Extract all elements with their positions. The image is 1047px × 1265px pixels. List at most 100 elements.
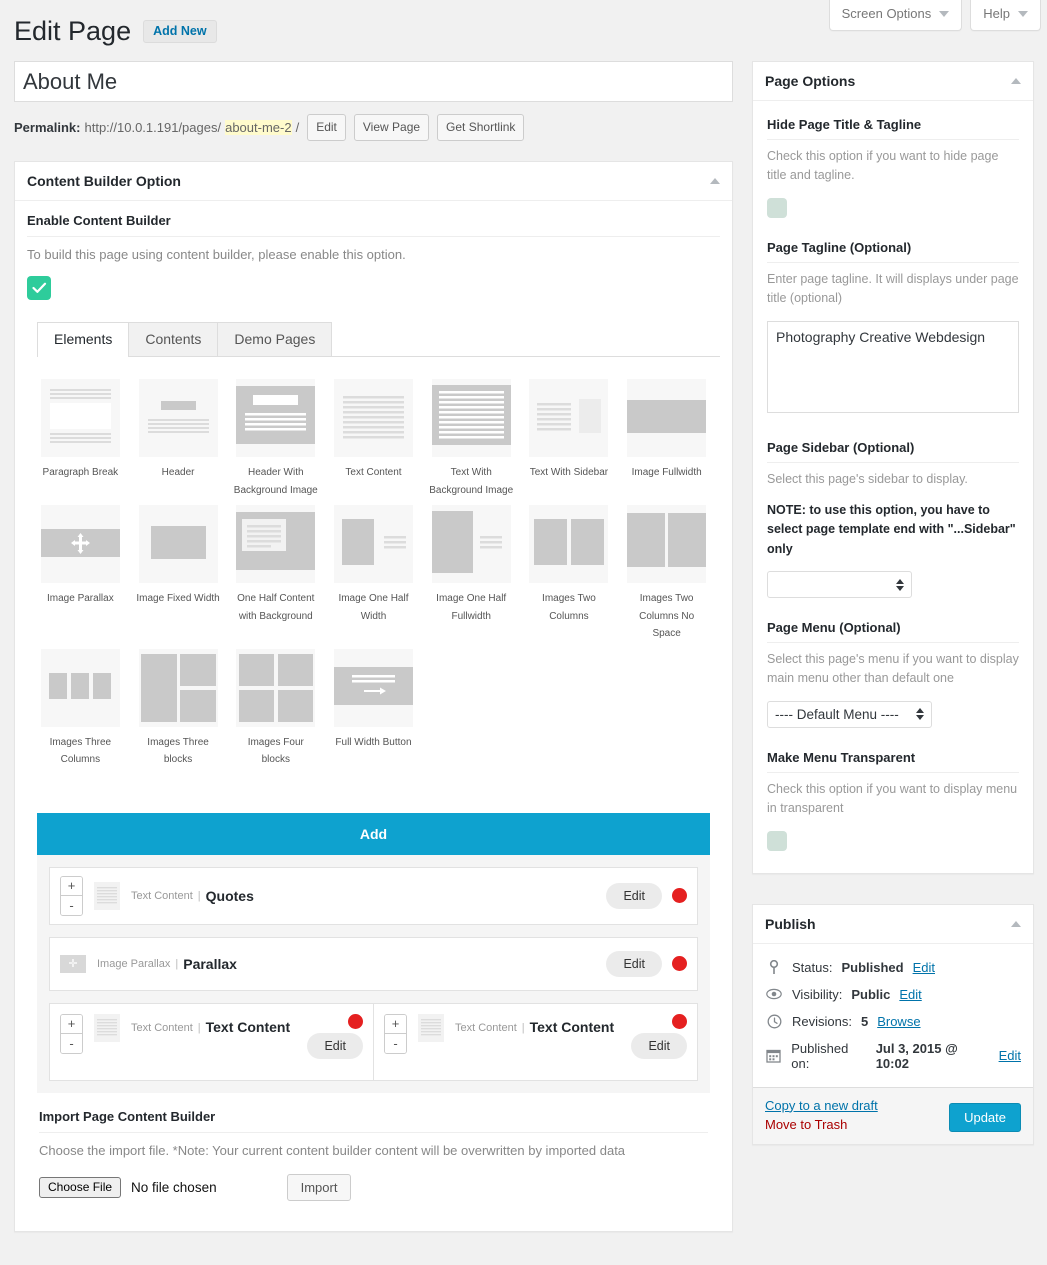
element-full-width-button[interactable]: Full Width Button bbox=[330, 649, 417, 769]
page-tagline-textarea[interactable] bbox=[767, 321, 1019, 413]
chevron-up-icon[interactable] bbox=[710, 178, 720, 184]
element-header-with-background-image[interactable]: Header With Background Image bbox=[232, 379, 319, 499]
element-label: Paragraph Break bbox=[43, 464, 119, 482]
calendar-icon bbox=[765, 1048, 782, 1063]
element-images-three-blocks[interactable]: Images Three blocks bbox=[135, 649, 222, 769]
row-delete-icon[interactable] bbox=[348, 1014, 363, 1029]
builder-half-right[interactable]: + - Text Content | bbox=[374, 1003, 698, 1081]
copy-to-new-draft-link[interactable]: Copy to a new draft bbox=[765, 1098, 878, 1113]
element-label: Images Four blocks bbox=[233, 734, 319, 769]
element-one-half-content-with-background[interactable]: One Half Content with Background bbox=[232, 505, 319, 643]
element-image-fullwidth[interactable]: Image Fullwidth bbox=[623, 379, 710, 499]
status-edit-link[interactable]: Edit bbox=[913, 960, 935, 975]
published-on-value: Jul 3, 2015 @ 10:02 bbox=[876, 1041, 990, 1071]
row-delete-icon[interactable] bbox=[672, 956, 687, 971]
element-text-content[interactable]: Text Content bbox=[330, 379, 417, 499]
row-expand-collapse-stepper[interactable]: + - bbox=[384, 1014, 407, 1054]
page-menu-select[interactable]: ---- Default Menu ---- bbox=[767, 701, 932, 728]
row-delete-icon[interactable] bbox=[672, 1014, 687, 1029]
revisions-value: 5 bbox=[861, 1014, 868, 1029]
chevron-down-icon bbox=[939, 11, 949, 17]
menu-transparent-label: Make Menu Transparent bbox=[767, 750, 1019, 773]
row-expand-collapse-stepper[interactable]: + - bbox=[60, 1014, 83, 1054]
element-image-one-half-width[interactable]: Image One Half Width bbox=[330, 505, 417, 643]
enable-builder-checkbox[interactable] bbox=[27, 276, 51, 300]
images-three-columns-icon bbox=[41, 649, 120, 727]
header-bg-image-icon bbox=[236, 379, 315, 457]
element-images-three-columns[interactable]: Images Three Columns bbox=[37, 649, 124, 769]
move-to-trash-link[interactable]: Move to Trash bbox=[765, 1117, 878, 1132]
image-fixed-width-icon bbox=[139, 505, 218, 583]
row-delete-icon[interactable] bbox=[672, 888, 687, 903]
row-expand-collapse-stepper[interactable]: + - bbox=[60, 876, 83, 916]
element-header[interactable]: Header bbox=[135, 379, 222, 499]
page-tagline-desc: Enter page tagline. It will displays und… bbox=[767, 270, 1019, 309]
publish-secondary-links: Copy to a new draft Move to Trash bbox=[765, 1098, 878, 1132]
builder-half-left[interactable]: + - Text Content | bbox=[49, 1003, 374, 1081]
published-on-edit-link[interactable]: Edit bbox=[999, 1048, 1021, 1063]
row-minus-button[interactable]: - bbox=[385, 1034, 406, 1053]
row-edit-button[interactable]: Edit bbox=[307, 1033, 363, 1059]
publish-header[interactable]: Publish bbox=[753, 905, 1033, 944]
element-paragraph-break[interactable]: Paragraph Break bbox=[37, 379, 124, 499]
row-plus-button[interactable]: + bbox=[61, 1015, 82, 1034]
hide-page-title-desc: Check this option if you want to hide pa… bbox=[767, 147, 1019, 186]
images-two-columns-icon bbox=[529, 505, 608, 583]
tab-elements[interactable]: Elements bbox=[37, 322, 129, 357]
element-image-one-half-fullwidth[interactable]: Image One Half Fullwidth bbox=[428, 505, 515, 643]
visibility-edit-link[interactable]: Edit bbox=[899, 987, 921, 1002]
add-new-button[interactable]: Add New bbox=[143, 20, 216, 43]
choose-file-button[interactable]: Choose File bbox=[39, 1177, 121, 1198]
element-image-fixed-width[interactable]: Image Fixed Width bbox=[135, 505, 222, 643]
tab-demo-pages[interactable]: Demo Pages bbox=[217, 322, 332, 356]
images-four-blocks-icon bbox=[236, 649, 315, 727]
row-edit-button[interactable]: Edit bbox=[606, 951, 662, 977]
row-name-label: Text Content bbox=[530, 1019, 615, 1035]
edit-permalink-button[interactable]: Edit bbox=[307, 114, 346, 141]
page-sidebar-select[interactable] bbox=[767, 571, 912, 598]
row-type-label: Text Content bbox=[455, 1022, 517, 1034]
element-images-two-columns-no-space[interactable]: Images Two Columns No Space bbox=[623, 505, 710, 643]
element-text-with-background-image[interactable]: Text With Background Image bbox=[428, 379, 515, 499]
row-minus-button[interactable]: - bbox=[61, 1034, 82, 1053]
revisions-browse-link[interactable]: Browse bbox=[877, 1014, 920, 1029]
builder-row-quotes[interactable]: + - Text Content | Quotes bbox=[49, 867, 698, 925]
row-actions: Edit bbox=[307, 1014, 363, 1059]
post-title-input[interactable] bbox=[14, 61, 733, 102]
row-edit-button[interactable]: Edit bbox=[631, 1033, 687, 1059]
add-element-button[interactable]: Add bbox=[37, 813, 710, 855]
chevron-up-icon[interactable] bbox=[1011, 921, 1021, 927]
element-images-four-blocks[interactable]: Images Four blocks bbox=[232, 649, 319, 769]
publish-visibility-row: Visibility: Public Edit bbox=[765, 987, 1021, 1002]
builder-row-parallax[interactable]: ✛ Image Parallax | Parallax Edit bbox=[49, 937, 698, 991]
content-builder-header[interactable]: Content Builder Option bbox=[15, 162, 732, 201]
chevron-up-icon[interactable] bbox=[1011, 78, 1021, 84]
hide-page-title-block: Hide Page Title & Tagline Check this opt… bbox=[767, 117, 1019, 218]
view-page-button[interactable]: View Page bbox=[354, 114, 429, 141]
element-label: Text Content bbox=[345, 464, 401, 482]
permalink-slug: about-me-2 bbox=[225, 120, 291, 135]
row-minus-button[interactable]: - bbox=[61, 896, 82, 915]
update-button[interactable]: Update bbox=[949, 1103, 1021, 1132]
import-button[interactable]: Import bbox=[287, 1174, 352, 1201]
element-images-two-columns[interactable]: Images Two Columns bbox=[526, 505, 613, 643]
screen-options-button[interactable]: Screen Options bbox=[829, 0, 963, 31]
row-edit-button[interactable]: Edit bbox=[606, 883, 662, 909]
help-button[interactable]: Help bbox=[970, 0, 1041, 31]
hide-page-title-checkbox[interactable] bbox=[767, 198, 787, 218]
pin-icon bbox=[765, 960, 783, 975]
element-label: Images Two Columns No Space bbox=[624, 590, 710, 643]
row-plus-button[interactable]: + bbox=[385, 1015, 406, 1034]
element-text-with-sidebar[interactable]: Text With Sidebar bbox=[526, 379, 613, 499]
get-shortlink-button[interactable]: Get Shortlink bbox=[437, 114, 524, 141]
page-sidebar-block: Page Sidebar (Optional) Select this page… bbox=[767, 440, 1019, 599]
element-label: Images Two Columns bbox=[526, 590, 612, 625]
tab-contents[interactable]: Contents bbox=[128, 322, 218, 356]
menu-transparent-checkbox[interactable] bbox=[767, 831, 787, 851]
page-options-header[interactable]: Page Options bbox=[753, 62, 1033, 101]
element-image-parallax[interactable]: Image Parallax bbox=[37, 505, 124, 643]
row-plus-button[interactable]: + bbox=[61, 877, 82, 896]
publish-body: Status: Published Edit Visibility: Publi… bbox=[753, 944, 1033, 1087]
text-bg-image-icon bbox=[432, 379, 511, 457]
publish-revisions-row: Revisions: 5 Browse bbox=[765, 1014, 1021, 1029]
